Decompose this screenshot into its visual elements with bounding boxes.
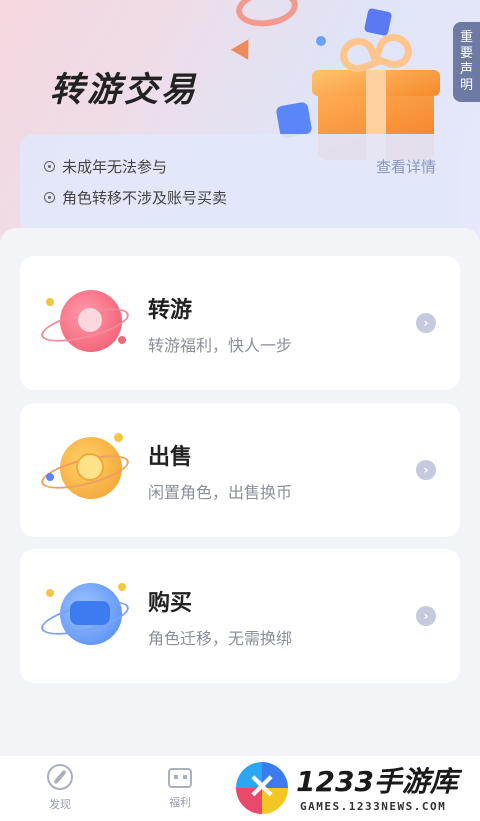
bullet-icon (44, 161, 55, 172)
coin-planet-icon (38, 433, 132, 507)
info-text: 角色转移不涉及账号买卖 (62, 189, 228, 207)
card-title: 购买 (148, 591, 193, 616)
compass-icon (47, 764, 73, 790)
buy-card[interactable]: 购买 角色迁移，无需换绑 › (20, 549, 460, 683)
info-line: 角色转移不涉及账号买卖 (44, 187, 227, 208)
ring-decoration (233, 0, 301, 31)
robot-icon (168, 768, 192, 788)
view-details-link[interactable]: 查看详情 (376, 156, 436, 177)
notice-char: 重 (459, 30, 473, 45)
chevron-right-icon: › (416, 313, 436, 333)
card-subtitle: 转游福利，快人一步 (148, 336, 293, 355)
cone-decoration (230, 34, 258, 60)
card-subtitle: 闲置角色，出售换币 (148, 483, 293, 502)
notice-char: 要 (459, 46, 473, 61)
cube-decoration (363, 7, 393, 37)
nav-item-discover[interactable]: 发现 (30, 764, 90, 812)
watermark-logo-icon (236, 762, 288, 814)
nav-label: 福利 (169, 796, 191, 809)
page-title: 转游交易 (50, 70, 198, 110)
nav-label: 发现 (49, 798, 71, 811)
important-notice-tab[interactable]: 重 要 声 明 (453, 22, 480, 102)
notice-char: 声 (459, 62, 473, 77)
chevron-right-icon: › (416, 460, 436, 480)
chevron-right-icon: › (416, 606, 436, 626)
nav-item-welfare[interactable]: 福利 (150, 764, 210, 810)
notice-char: 明 (459, 78, 473, 93)
card-title: 出售 (148, 445, 193, 470)
watermark-brand: 1233手游库 (296, 765, 458, 798)
card-title: 转游 (148, 298, 193, 323)
bullet-icon (44, 192, 55, 203)
transfer-card[interactable]: 转游 转游福利，快人一步 › (20, 256, 460, 390)
sell-card[interactable]: 出售 闲置角色，出售换币 › (20, 403, 460, 537)
cube-decoration (275, 101, 313, 139)
gamepad-planet-icon (38, 579, 132, 653)
info-text: 未成年无法参与 (62, 158, 168, 176)
main-content: 转游 转游福利，快人一步 › 出售 闲置角色，出售换币 › 购买 角色迁移，无需… (0, 228, 480, 758)
card-subtitle: 角色迁移，无需换绑 (148, 629, 293, 648)
star-planet-icon (38, 286, 132, 360)
dot-decoration (316, 36, 326, 46)
info-card: 未成年无法参与 角色转移不涉及账号买卖 查看详情 (20, 134, 460, 232)
watermark-url: GAMES.1233NEWS.COM (300, 800, 447, 813)
info-line: 未成年无法参与 (44, 156, 167, 177)
